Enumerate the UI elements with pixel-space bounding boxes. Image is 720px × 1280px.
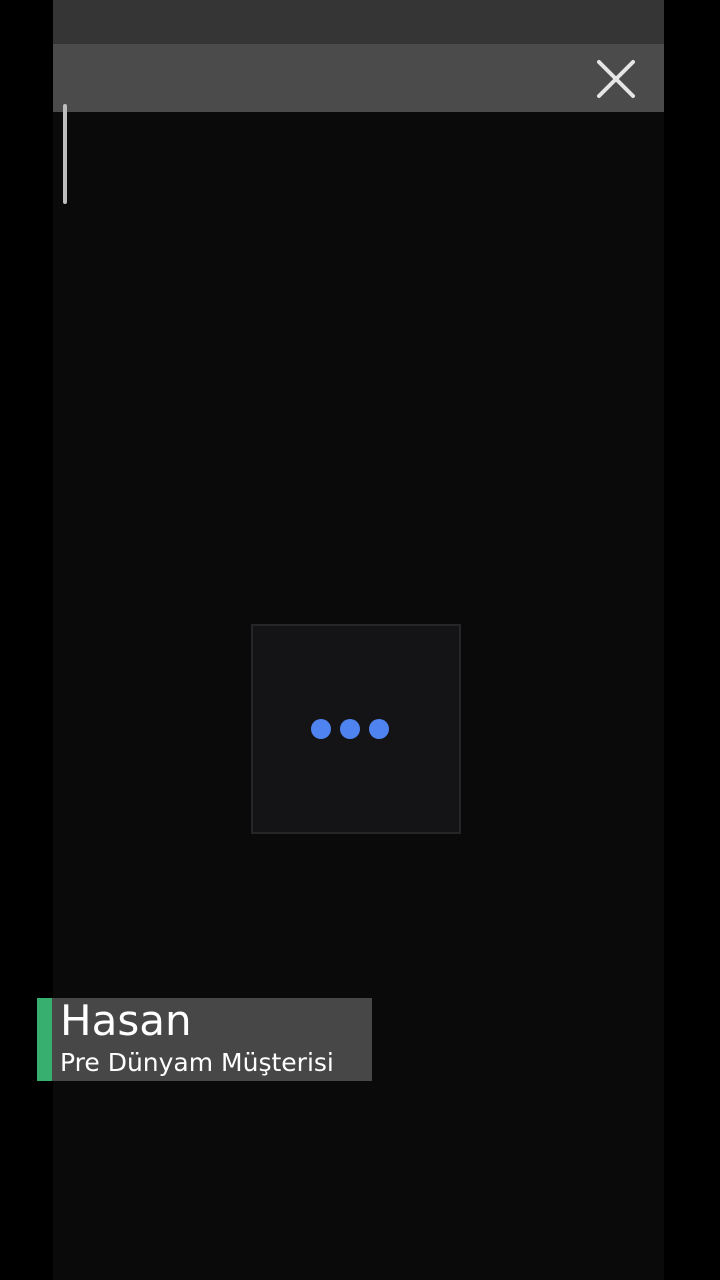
- loading-dot: [340, 719, 360, 739]
- speaker-subtitle: Pre Dünyam Müşterisi: [60, 1048, 334, 1077]
- caption-text: Hasan Pre Dünyam Müşterisi: [52, 998, 334, 1081]
- loading-dot: [311, 719, 331, 739]
- top-strip: [53, 0, 664, 44]
- close-button[interactable]: [591, 54, 641, 104]
- close-icon: [595, 58, 637, 100]
- progress-indicator: [63, 104, 67, 204]
- loading-dots: [311, 719, 389, 739]
- loading-indicator: [251, 624, 461, 834]
- speaker-name: Hasan: [60, 996, 192, 1045]
- caption-accent-bar: [37, 998, 52, 1081]
- video-frame[interactable]: [53, 0, 664, 1280]
- speaker-caption: Hasan Pre Dünyam Müşterisi: [37, 998, 372, 1081]
- loading-dot: [369, 719, 389, 739]
- video-player-screen: Hasan Pre Dünyam Müşterisi: [0, 0, 720, 1280]
- top-bar: [53, 44, 664, 112]
